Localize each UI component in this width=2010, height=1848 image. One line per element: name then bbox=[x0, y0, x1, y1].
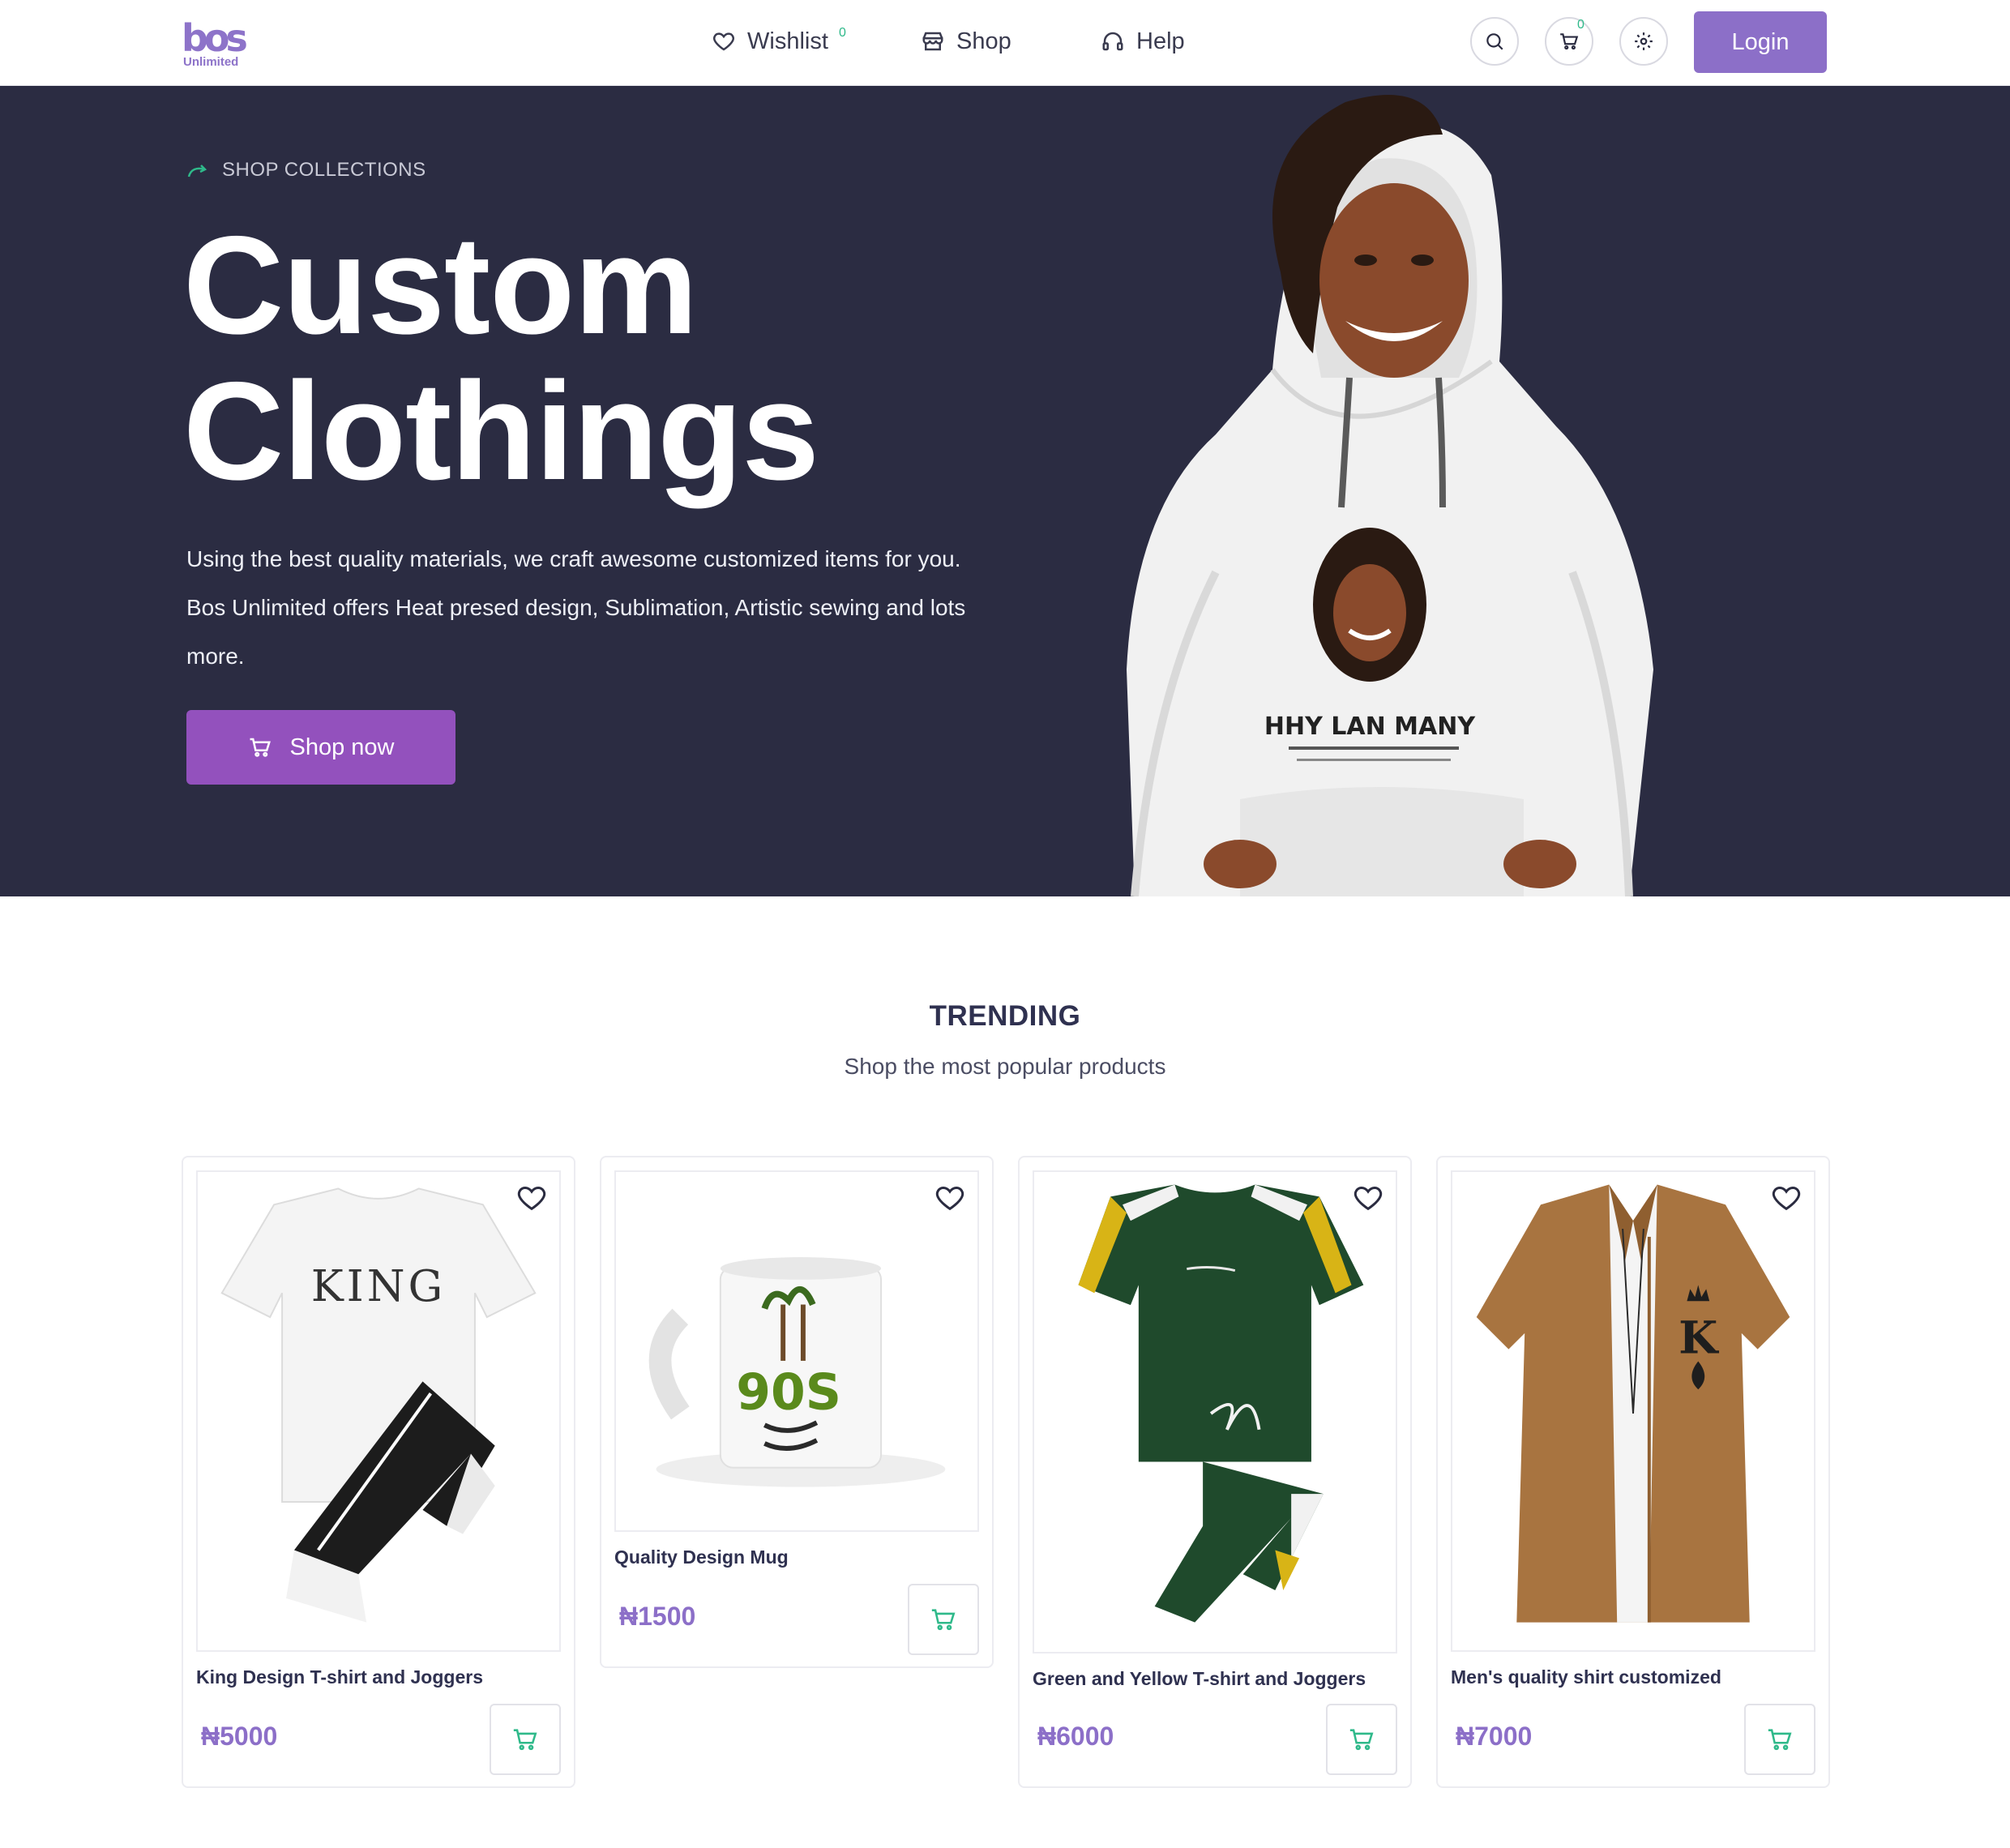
product-name[interactable]: Green and Yellow T-shirt and Joggers bbox=[1033, 1668, 1366, 1690]
add-to-cart-button[interactable] bbox=[908, 1584, 979, 1655]
hoodie-print-text: HHY LAN MANY bbox=[1264, 712, 1476, 741]
hero-title-line1: Custom bbox=[183, 207, 698, 363]
green-tshirt-joggers-image bbox=[1078, 1184, 1364, 1623]
product-image[interactable]: 90S bbox=[614, 1170, 979, 1532]
product-price: ₦7000 bbox=[1456, 1722, 1532, 1752]
wishlist-heart-icon[interactable] bbox=[1352, 1182, 1384, 1214]
nav-shop[interactable]: Shop bbox=[921, 24, 1011, 58]
cart-icon bbox=[931, 1609, 956, 1631]
hero-eyebrow: SHOP COLLECTIONS bbox=[186, 159, 426, 182]
product-name[interactable]: Men's quality shirt customized bbox=[1451, 1666, 1721, 1688]
price-value: 6000 bbox=[1056, 1722, 1114, 1751]
shirt-print-text: K bbox=[1679, 1312, 1719, 1365]
product-price: ₦5000 bbox=[201, 1722, 277, 1752]
nav-wishlist[interactable]: Wishlist bbox=[712, 24, 828, 58]
logo-subtitle: Unlimited bbox=[183, 55, 239, 69]
cart-button[interactable] bbox=[1545, 17, 1593, 66]
logo[interactable]: bos Unlimited bbox=[182, 16, 248, 70]
nav-help-label: Help bbox=[1136, 28, 1185, 54]
logo-mark: bos bbox=[182, 16, 248, 60]
currency-symbol: ₦ bbox=[1456, 1722, 1475, 1751]
currency-symbol: ₦ bbox=[201, 1722, 220, 1751]
gear-icon bbox=[1635, 32, 1653, 50]
currency-symbol: ₦ bbox=[619, 1602, 639, 1631]
hero-eyebrow-label: SHOP COLLECTIONS bbox=[222, 159, 426, 181]
price-value: 1500 bbox=[638, 1602, 696, 1631]
add-to-cart-button[interactable] bbox=[1744, 1704, 1815, 1775]
add-to-cart-button[interactable] bbox=[1326, 1704, 1397, 1775]
product-card[interactable]: 90S Quality Design Mug ₦1500 bbox=[600, 1156, 994, 1668]
wishlist-heart-icon[interactable] bbox=[515, 1182, 548, 1214]
hero-model-image: HHY LAN MANY bbox=[1127, 95, 1653, 896]
headphones-icon bbox=[1102, 32, 1123, 51]
hero-banner: SHOP COLLECTIONS Custom Clothings Using … bbox=[0, 86, 2010, 896]
product-card[interactable]: K Men's quality shirt customized ₦7000 bbox=[1436, 1156, 1830, 1788]
cart-icon bbox=[1349, 1729, 1374, 1751]
settings-button[interactable] bbox=[1619, 17, 1668, 66]
product-card[interactable]: KING King Design T-shirt and Joggers ₦50… bbox=[182, 1156, 575, 1788]
shop-now-button[interactable]: Shop now bbox=[186, 710, 455, 785]
product-card[interactable]: Green and Yellow T-shirt and Joggers ₦60… bbox=[1018, 1156, 1412, 1788]
cart-icon bbox=[250, 738, 271, 757]
nav-wishlist-label: Wishlist bbox=[747, 28, 828, 54]
currency-symbol: ₦ bbox=[1037, 1722, 1057, 1751]
product-name[interactable]: Quality Design Mug bbox=[614, 1546, 789, 1568]
product-image[interactable]: K bbox=[1451, 1170, 1815, 1652]
mug-image: 90S bbox=[648, 1257, 946, 1487]
hero-title-line2: Clothings bbox=[183, 353, 819, 509]
trending-subtitle: Shop the most popular products bbox=[844, 1054, 1166, 1079]
product-price: ₦6000 bbox=[1037, 1722, 1114, 1752]
hero-title: Custom Clothings bbox=[183, 212, 819, 504]
wishlist-heart-icon[interactable] bbox=[934, 1182, 966, 1214]
tshirt-joggers-image: KING bbox=[220, 1187, 537, 1623]
store-icon bbox=[922, 32, 943, 51]
cart-icon bbox=[513, 1729, 537, 1751]
price-value: 7000 bbox=[1474, 1722, 1533, 1751]
price-value: 5000 bbox=[220, 1722, 278, 1751]
shop-now-label: Shop now bbox=[289, 734, 395, 760]
nav-help[interactable]: Help bbox=[1101, 24, 1185, 58]
product-print-text: KING bbox=[311, 1260, 447, 1311]
trending-title: TRENDING bbox=[929, 1000, 1081, 1032]
wishlist-count-badge: 0 bbox=[839, 26, 846, 40]
brown-shirt-image: K bbox=[1476, 1184, 1790, 1623]
product-price: ₦1500 bbox=[619, 1602, 695, 1632]
search-button[interactable] bbox=[1470, 17, 1519, 66]
nav-shop-label: Shop bbox=[956, 28, 1011, 54]
login-button[interactable]: Login bbox=[1694, 11, 1827, 73]
curved-arrow-icon bbox=[187, 165, 207, 178]
cart-icon bbox=[1768, 1729, 1792, 1751]
search-icon bbox=[1486, 33, 1503, 50]
mug-print-text: 90S bbox=[736, 1363, 841, 1421]
product-name[interactable]: King Design T-shirt and Joggers bbox=[196, 1666, 483, 1688]
heart-icon bbox=[713, 32, 734, 51]
site-header: bos Unlimited Wishlist 0 Shop Help 0 Log… bbox=[0, 0, 2010, 86]
hero-description: Using the best quality materials, we cra… bbox=[186, 546, 966, 669]
cart-icon bbox=[1560, 33, 1579, 50]
add-to-cart-button[interactable] bbox=[490, 1704, 561, 1775]
product-image[interactable] bbox=[1033, 1170, 1397, 1653]
product-image[interactable]: KING bbox=[196, 1170, 561, 1652]
wishlist-heart-icon[interactable] bbox=[1770, 1182, 1803, 1214]
cart-count-badge: 0 bbox=[1577, 18, 1584, 32]
